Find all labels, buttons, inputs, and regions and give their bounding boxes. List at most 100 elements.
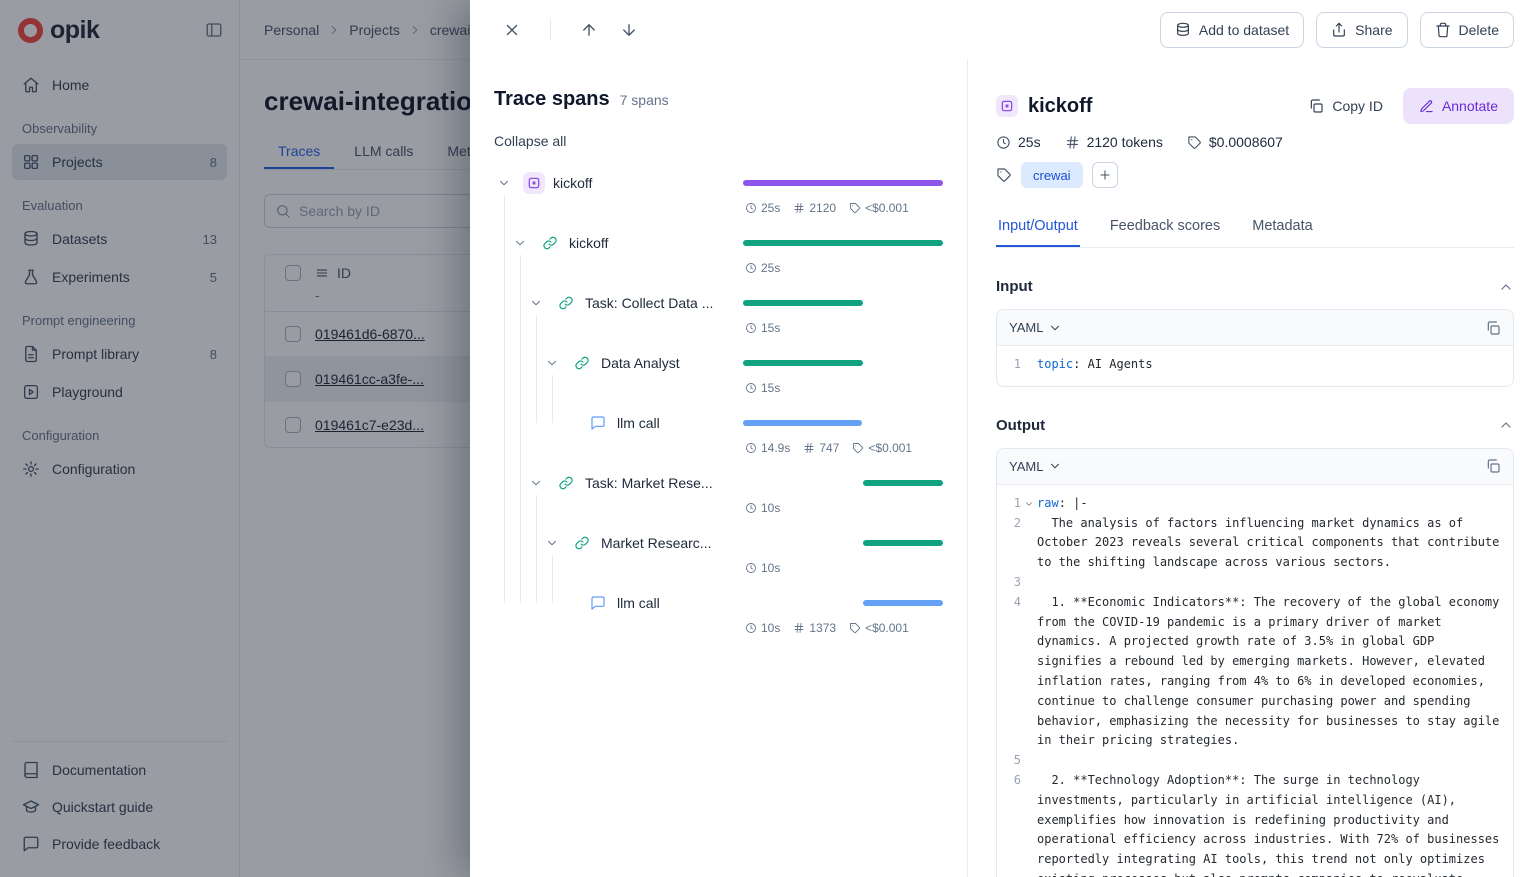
- share-button[interactable]: Share: [1316, 12, 1407, 48]
- price-tag-icon: [852, 442, 864, 454]
- span-name[interactable]: llm call: [617, 595, 743, 611]
- code-block-header: YAML: [997, 310, 1513, 346]
- copy-icon: [1308, 98, 1324, 114]
- span-name[interactable]: Task: Collect Data ...: [585, 295, 743, 311]
- span-meta: 25s 2120 <$0.001: [745, 201, 909, 215]
- chevron-down-icon[interactable]: [542, 533, 562, 553]
- fold-toggle[interactable]: [1021, 494, 1037, 514]
- add-to-dataset-button[interactable]: Add to dataset: [1160, 12, 1304, 48]
- span-row-kickoff[interactable]: kickoff 25s: [494, 229, 943, 289]
- span-name[interactable]: Task: Market Rese...: [585, 475, 743, 491]
- span-meta: 15s: [745, 321, 780, 335]
- span-name[interactable]: kickoff: [553, 175, 743, 191]
- span-tokens: 1373: [793, 621, 836, 635]
- span-name[interactable]: Market Researc...: [601, 535, 743, 551]
- chevron-down-icon: [1048, 321, 1062, 335]
- span-cost: <$0.001: [852, 441, 912, 455]
- chevron-down-icon[interactable]: [526, 293, 546, 313]
- span-duration-bar: [743, 240, 943, 246]
- clock-icon: [745, 562, 757, 574]
- cost-stat: $0.0008607: [1187, 134, 1283, 150]
- span-cost: <$0.001: [849, 621, 909, 635]
- span-title: kickoff: [1028, 95, 1092, 118]
- format-select[interactable]: YAML: [1009, 320, 1062, 335]
- copy-id-button[interactable]: Copy ID: [1296, 88, 1395, 124]
- annotate-button[interactable]: Annotate: [1403, 88, 1514, 124]
- span-name[interactable]: llm call: [617, 415, 743, 431]
- span-row-data-analyst[interactable]: Data Analyst 15s: [494, 349, 943, 409]
- clock-icon: [745, 322, 757, 334]
- next-trace-button[interactable]: [613, 14, 645, 46]
- copy-input-button[interactable]: [1485, 320, 1501, 336]
- copy-output-button[interactable]: [1485, 458, 1501, 474]
- duration-stat: 25s: [996, 134, 1041, 150]
- share-icon: [1331, 22, 1347, 38]
- collapse-input-button[interactable]: [1498, 279, 1514, 295]
- price-tag-icon: [849, 202, 861, 214]
- opik-app: opik Home Observability Projects 8 Evalu…: [0, 0, 1538, 877]
- span-duration-bar: [743, 480, 943, 486]
- tab-metadata[interactable]: Metadata: [1250, 218, 1314, 247]
- span-row-llm-call[interactable]: llm call 10s 1373 <$0.001: [494, 589, 943, 649]
- collapse-output-button[interactable]: [1498, 417, 1514, 433]
- chevron-down-icon[interactable]: [510, 233, 530, 253]
- output-code-block: YAML 1 raw: |- 2: [996, 448, 1514, 877]
- span-duration: 10s: [745, 561, 780, 575]
- tab-input-output[interactable]: Input/Output: [996, 218, 1080, 247]
- trace-spans-title: Trace spans: [494, 88, 610, 111]
- hash-icon: [793, 202, 805, 214]
- span-row-kickoff-trace[interactable]: kickoff 25s 2120 <$0.001: [494, 169, 943, 229]
- chevron-up-icon: [1498, 417, 1514, 433]
- chevron-down-icon[interactable]: [526, 473, 546, 493]
- pencil-icon: [1419, 99, 1434, 114]
- panel-toolbar: Add to dataset Share Delete: [470, 0, 1538, 60]
- span-meta: 10s: [745, 561, 780, 575]
- span-duration-bar: [743, 300, 943, 306]
- tag-crewai[interactable]: crewai: [1021, 162, 1083, 188]
- link-icon: [539, 232, 561, 254]
- output-section-header: Output: [996, 417, 1514, 434]
- tab-feedback-scores[interactable]: Feedback scores: [1108, 218, 1222, 247]
- clock-icon: [745, 262, 757, 274]
- chevron-down-icon: [1048, 459, 1062, 473]
- format-select[interactable]: YAML: [1009, 459, 1062, 474]
- divider: [550, 19, 551, 41]
- chevron-down-icon: [1024, 499, 1034, 509]
- span-duration: 10s: [745, 501, 780, 515]
- trace-icon: [523, 172, 545, 194]
- price-tag-icon: [1187, 135, 1202, 150]
- link-icon: [571, 352, 593, 374]
- chevron-down-icon[interactable]: [494, 173, 514, 193]
- copy-icon: [1485, 458, 1501, 474]
- span-meta: 10s 1373 <$0.001: [745, 621, 909, 635]
- panel-actions: Add to dataset Share Delete: [1160, 12, 1514, 48]
- span-name[interactable]: kickoff: [569, 235, 743, 251]
- delete-button[interactable]: Delete: [1420, 12, 1514, 48]
- tag-icon: [996, 167, 1012, 183]
- span-stats: 25s 2120 tokens $0.0008607: [996, 134, 1514, 150]
- chevron-down-icon[interactable]: [542, 353, 562, 373]
- previous-trace-button[interactable]: [573, 14, 605, 46]
- trash-icon: [1435, 22, 1451, 38]
- close-button[interactable]: [496, 14, 528, 46]
- add-tag-button[interactable]: [1092, 162, 1118, 188]
- span-row-task-market-research[interactable]: Task: Market Rese... 10s: [494, 469, 943, 529]
- output-code-body: 1 raw: |- 2 The analysis of factors infl…: [997, 485, 1513, 877]
- span-meta: 10s: [745, 501, 780, 515]
- span-row-market-researcher[interactable]: Market Researc... 10s: [494, 529, 943, 589]
- span-duration: 15s: [745, 381, 780, 395]
- link-icon: [571, 532, 593, 554]
- llm-call-icon: [587, 592, 609, 614]
- trace-spans-pane: Trace spans 7 spans Collapse all: [470, 60, 968, 877]
- close-icon: [503, 21, 521, 39]
- collapse-all-button[interactable]: Collapse all: [494, 133, 566, 149]
- chevron-placeholder: [558, 593, 578, 613]
- span-row-llm-call[interactable]: llm call 14.9s 747 <$0.001: [494, 409, 943, 469]
- plus-icon: [1098, 168, 1112, 182]
- span-duration-bar: [743, 540, 943, 546]
- span-name[interactable]: Data Analyst: [601, 355, 743, 371]
- detail-tabs: Input/Output Feedback scores Metadata: [996, 218, 1514, 248]
- hash-icon: [803, 442, 815, 454]
- span-row-task-collect-data[interactable]: Task: Collect Data ... 15s: [494, 289, 943, 349]
- span-tokens: 2120: [793, 201, 836, 215]
